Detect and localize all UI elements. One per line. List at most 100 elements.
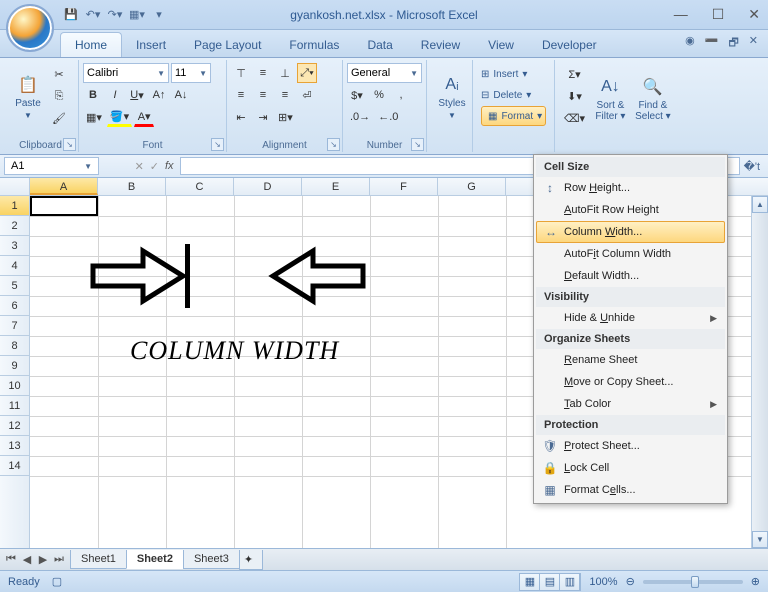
macro-record-icon[interactable]: ▢: [52, 575, 62, 588]
find-select-button[interactable]: 🔍 Find & Select ▾: [633, 64, 673, 134]
styles-button[interactable]: Aᵢ Styles ▼: [431, 62, 473, 132]
row-header[interactable]: 7: [0, 316, 29, 336]
menu-rename-sheet[interactable]: Rename Sheet: [536, 349, 725, 371]
new-sheet-button[interactable]: ✦: [239, 550, 263, 570]
menu-protect-sheet[interactable]: 🛡Protect Sheet...: [536, 435, 725, 457]
column-header-g[interactable]: G: [438, 178, 506, 195]
row-header-1[interactable]: 1: [0, 196, 29, 216]
qat-more-icon[interactable]: ▾: [150, 6, 168, 24]
minimize-ribbon-icon[interactable]: ➖: [705, 34, 719, 53]
sort-filter-button[interactable]: A↓ Sort & Filter ▾: [592, 64, 629, 134]
font-name-combo[interactable]: Calibri▼: [83, 63, 169, 83]
row-header[interactable]: 3: [0, 236, 29, 256]
fx-icon[interactable]: fx: [165, 160, 174, 172]
close-workbook-icon[interactable]: ✕: [749, 34, 758, 53]
enter-formula-icon[interactable]: ✓: [150, 160, 159, 173]
help-icon[interactable]: ◉: [685, 34, 695, 53]
tab-page-layout[interactable]: Page Layout: [180, 33, 275, 57]
menu-hide-unhide[interactable]: Hide & Unhide▶: [536, 307, 725, 329]
first-sheet-button[interactable]: ⏮: [4, 553, 18, 566]
orientation-button[interactable]: ⤢▾: [297, 63, 317, 83]
vertical-scrollbar[interactable]: ▲ ▼: [751, 196, 768, 548]
menu-row-height[interactable]: ↕Row Height...: [536, 177, 725, 199]
menu-format-cells[interactable]: ▦Format Cells...: [536, 479, 725, 501]
maximize-button[interactable]: ☐: [712, 6, 725, 23]
redo-icon[interactable]: ↷▾: [106, 6, 124, 24]
close-button[interactable]: ✕: [748, 6, 760, 23]
zoom-out-button[interactable]: ⊖: [626, 575, 635, 588]
decrease-indent-button[interactable]: ⇤: [231, 107, 251, 127]
wrap-text-button[interactable]: ⏎: [297, 85, 317, 105]
tab-view[interactable]: View: [474, 33, 528, 57]
column-header-c[interactable]: C: [166, 178, 234, 195]
font-size-combo[interactable]: 11▼: [171, 63, 211, 83]
currency-button[interactable]: $▾: [347, 85, 367, 105]
merge-button[interactable]: ⊞▾: [275, 107, 296, 127]
autosum-button[interactable]: Σ▾: [561, 64, 588, 84]
tab-review[interactable]: Review: [407, 33, 474, 57]
row-header[interactable]: 9: [0, 356, 29, 376]
sheet-tab-1[interactable]: Sheet1: [70, 550, 127, 569]
page-break-view-button[interactable]: ▥: [560, 574, 580, 590]
menu-column-width[interactable]: ↔Column Width...: [536, 221, 725, 243]
column-header-f[interactable]: F: [370, 178, 438, 195]
format-painter-button[interactable]: 🖌: [49, 108, 69, 128]
decrease-decimal-button[interactable]: ←.0: [375, 107, 401, 127]
row-header[interactable]: 2: [0, 216, 29, 236]
zoom-level[interactable]: 100%: [589, 576, 617, 588]
office-button[interactable]: [6, 4, 54, 52]
tab-developer[interactable]: Developer: [528, 33, 611, 57]
percent-button[interactable]: %: [369, 85, 389, 105]
row-header[interactable]: 8: [0, 336, 29, 356]
active-cell[interactable]: [30, 196, 98, 216]
expand-formula-bar-icon[interactable]: �'t: [740, 160, 764, 173]
page-layout-view-button[interactable]: ▤: [540, 574, 560, 590]
column-header-a[interactable]: A: [30, 178, 98, 195]
last-sheet-button[interactable]: ⏭: [52, 553, 66, 566]
format-button[interactable]: ▦Format ▾: [481, 106, 546, 126]
tab-formulas[interactable]: Formulas: [275, 33, 353, 57]
menu-autofit-column[interactable]: AutoFit Column Width: [536, 243, 725, 265]
paste-button[interactable]: 📋 Paste ▼: [7, 62, 49, 132]
cut-button[interactable]: ✂: [49, 64, 69, 84]
row-header[interactable]: 5: [0, 276, 29, 296]
copy-button[interactable]: ⎘: [49, 86, 69, 106]
row-header[interactable]: 14: [0, 456, 29, 476]
clipboard-dialog-launcher[interactable]: ↘: [63, 138, 76, 151]
increase-font-button[interactable]: A↑: [149, 85, 169, 105]
sheet-tab-3[interactable]: Sheet3: [183, 550, 240, 569]
menu-default-width[interactable]: Default Width...: [536, 265, 725, 287]
minimize-button[interactable]: —: [674, 6, 688, 23]
fill-color-button[interactable]: 🪣▾: [107, 107, 132, 127]
zoom-in-button[interactable]: ⊕: [751, 575, 760, 588]
select-all-button[interactable]: [0, 178, 30, 195]
save-icon[interactable]: 💾: [62, 6, 80, 24]
undo-icon[interactable]: ↶▾: [84, 6, 102, 24]
number-dialog-launcher[interactable]: ↘: [411, 138, 424, 151]
delete-button[interactable]: ⊟Delete ▾: [481, 85, 546, 105]
align-right-button[interactable]: ≡: [275, 85, 295, 105]
scroll-down-button[interactable]: ▼: [752, 531, 768, 548]
row-header[interactable]: 10: [0, 376, 29, 396]
row-header[interactable]: 12: [0, 416, 29, 436]
row-header[interactable]: 4: [0, 256, 29, 276]
column-header-d[interactable]: D: [234, 178, 302, 195]
border-button[interactable]: ▦▾: [83, 107, 105, 127]
next-sheet-button[interactable]: ▶: [36, 553, 50, 566]
decrease-font-button[interactable]: A↓: [171, 85, 191, 105]
comma-button[interactable]: ,: [391, 85, 411, 105]
menu-autofit-row[interactable]: AutoFit Row Height: [536, 199, 725, 221]
font-color-button[interactable]: A▾: [134, 107, 154, 127]
scroll-up-button[interactable]: ▲: [752, 196, 768, 213]
menu-tab-color[interactable]: Tab Color▶: [536, 393, 725, 415]
column-header-e[interactable]: E: [302, 178, 370, 195]
clear-button[interactable]: ⌫▾: [561, 108, 588, 128]
zoom-slider[interactable]: [643, 580, 743, 584]
tab-data[interactable]: Data: [353, 33, 406, 57]
increase-decimal-button[interactable]: .0→: [347, 107, 373, 127]
align-center-button[interactable]: ≡: [253, 85, 273, 105]
align-bottom-button[interactable]: ⊥: [275, 63, 295, 83]
qat-item-icon[interactable]: ▦▾: [128, 6, 146, 24]
underline-button[interactable]: U▾: [127, 85, 147, 105]
name-box[interactable]: A1▼: [4, 157, 99, 175]
